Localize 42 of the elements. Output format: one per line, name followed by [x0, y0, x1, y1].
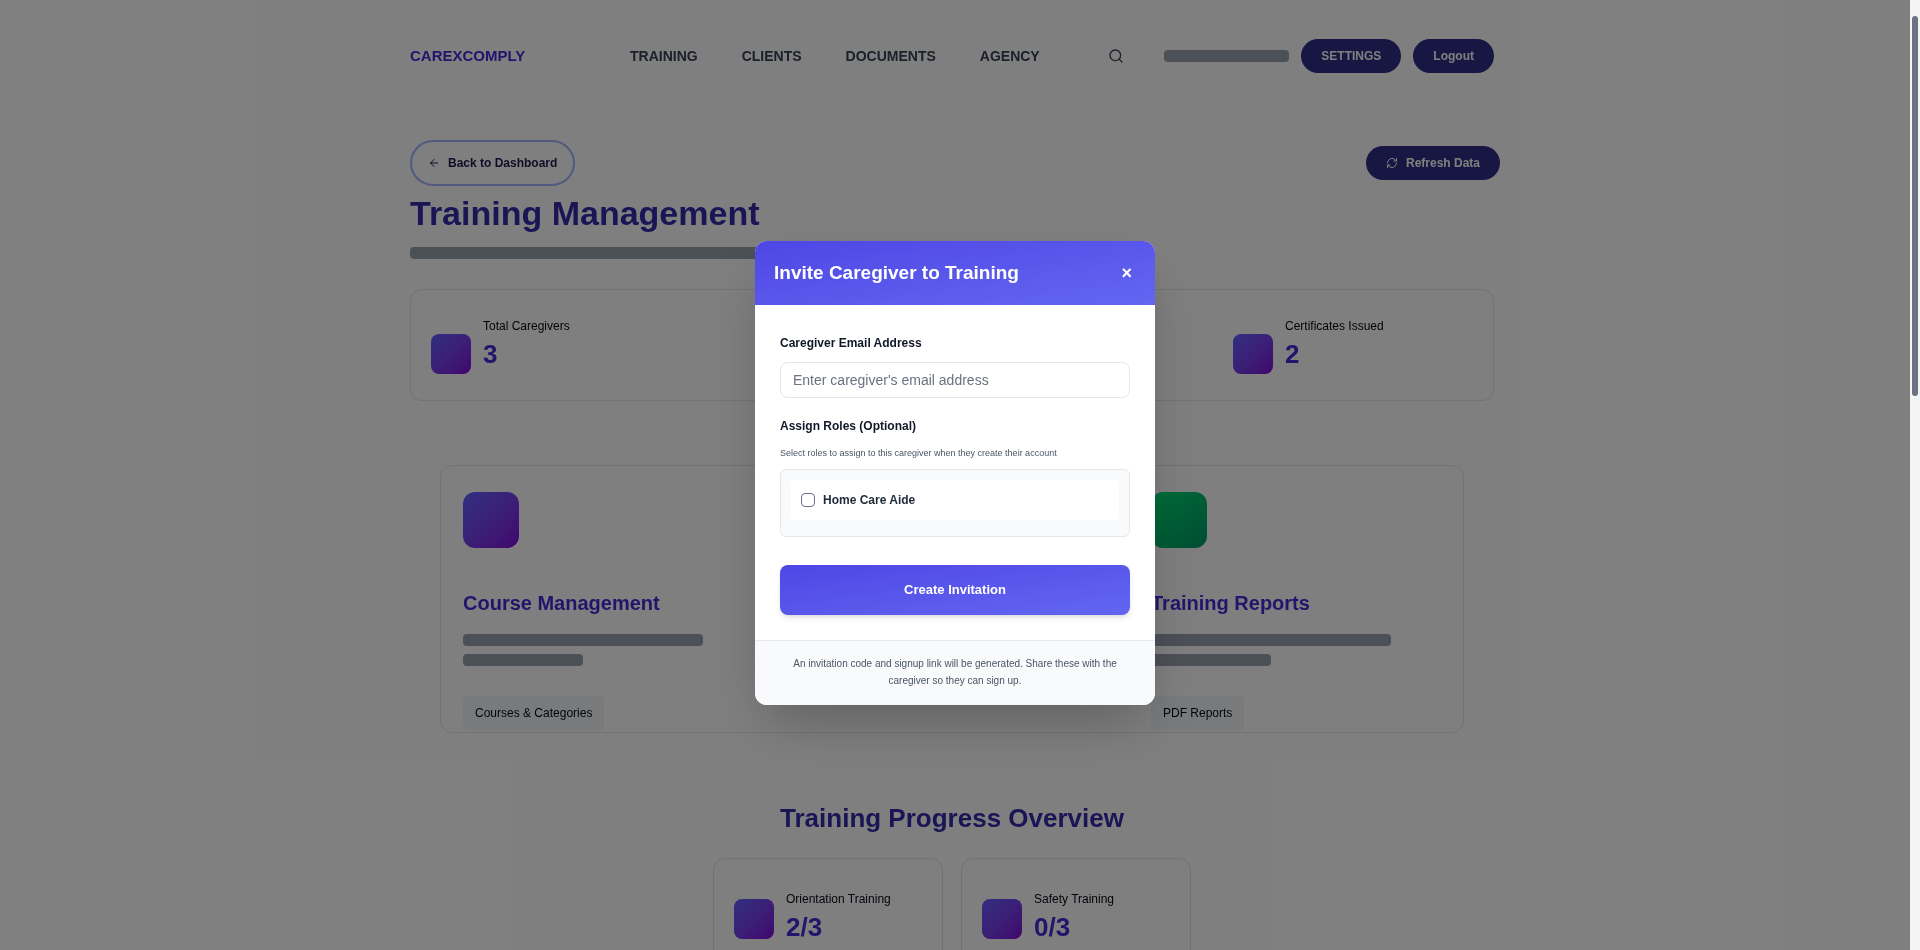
feature-tag: PDF Reports [1151, 696, 1245, 730]
scrollbar[interactable] [1910, 0, 1920, 950]
header-button[interactable]: Logout [1413, 39, 1494, 73]
progress-icon [734, 899, 774, 939]
feature-title: Training Reports [1151, 591, 1311, 616]
checkbox[interactable] [801, 492, 815, 507]
stat-icon [1233, 333, 1273, 374]
stat-icon [431, 333, 471, 374]
roles-hint: Select roles to assign to this caregiver when they create their account [780, 447, 1058, 461]
field-label: Assign Roles (Optional) [780, 418, 917, 436]
search-icon[interactable] [1107, 48, 1124, 64]
stat-value: 2 [1285, 337, 1301, 371]
stat-label: Total Caregivers [483, 317, 570, 335]
progress-label: Safety Training [1034, 891, 1115, 908]
email-field[interactable]: Enter caregiver's email address [780, 362, 1130, 399]
role-option[interactable]: Home Care Aide [791, 479, 1119, 520]
stat-value: 3 [483, 337, 499, 371]
close-button[interactable]: × [1117, 259, 1136, 287]
feature-icon [463, 492, 519, 548]
page-title: Training Management [410, 193, 761, 234]
nav-link[interactable]: DOCUMENTS [845, 45, 936, 67]
nav-link[interactable]: AGENCY [979, 45, 1040, 67]
section-title: Training Progress Overview [779, 802, 1125, 835]
progress-label: Orientation Training [786, 891, 891, 908]
back-button[interactable]: Back to Dashboard [410, 140, 576, 186]
field-label: Caregiver Email Address [780, 335, 923, 353]
footer-note: An invitation code and signup link will be generated. Share these with the caregiver so they can sign up. [792, 656, 1118, 688]
feature-title: Course Management [463, 591, 661, 616]
dialog-title: Invite Caregiver to Training [774, 261, 1019, 285]
progress-value: 0/3 [1034, 911, 1072, 944]
feature-tag: Courses & Categories [463, 696, 605, 730]
nav-link[interactable]: TRAINING [630, 45, 698, 67]
stat-label: Certificates Issued [1285, 317, 1384, 335]
create-invitation-button[interactable]: Create Invitation [780, 564, 1130, 615]
refresh-icon [1385, 157, 1398, 169]
arrow-left-icon [428, 157, 440, 169]
refresh-button[interactable]: Refresh Data [1365, 146, 1500, 180]
logo[interactable]: CAREXCOMPLY [410, 44, 610, 68]
header-button[interactable]: SETTINGS [1301, 39, 1402, 73]
nav-link[interactable]: CLIENTS [741, 45, 802, 67]
progress-value: 2/3 [786, 911, 824, 944]
progress-icon [982, 899, 1022, 939]
